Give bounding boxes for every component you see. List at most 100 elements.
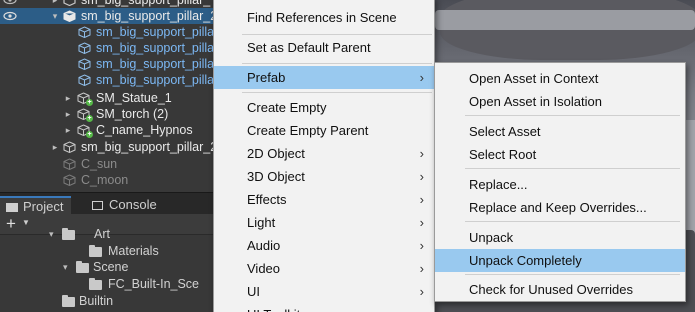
submenu-arrow-icon: › [419, 192, 424, 207]
tab-label: Project [23, 199, 64, 214]
collapse-arrow-icon[interactable]: ▸ [50, 0, 60, 8]
menu-item-label: Open Asset in Isolation [469, 94, 602, 109]
eye-icon[interactable] [3, 0, 17, 6]
menu-item-label: Open Asset in Context [469, 71, 599, 86]
project-panel: Project Console + ▼ ▾ Art Materials ▾ Sc… [0, 192, 240, 312]
expand-arrow-icon[interactable]: ▾ [50, 8, 60, 24]
menu-item-select-root[interactable]: Select Root [435, 143, 685, 166]
hierarchy-row-label: SM_Statue_1 [96, 91, 172, 105]
submenu-arrow-icon: › [419, 146, 424, 161]
menu-item-label: Replace... [469, 177, 528, 192]
tree-item-label: Materials [108, 244, 159, 258]
prefab-cube-icon [78, 26, 91, 38]
menu-separator [465, 115, 680, 116]
folder-icon [89, 245, 102, 257]
menu-item-label: Audio [247, 238, 281, 253]
collapse-arrow-icon[interactable]: ▸ [63, 90, 73, 106]
menu-item-2d-object[interactable]: 2D Object › [214, 142, 434, 165]
hierarchy-row-label: sm_big_support_pillar [96, 57, 219, 71]
menu-item-light[interactable]: Light › [214, 211, 434, 234]
tree-item-label: FC_Built-In_Sce [108, 277, 200, 291]
menu-item-label: Replace and Keep Overrides... [469, 200, 647, 215]
tab-project[interactable]: Project [0, 196, 72, 215]
collapse-arrow-icon[interactable]: ▸ [63, 106, 73, 122]
menu-separator [465, 168, 680, 169]
menu-item-unpack-completely[interactable]: Unpack Completely [435, 249, 685, 272]
menu-item-audio[interactable]: Audio › [214, 234, 434, 257]
menu-item-label: Video [247, 261, 281, 276]
console-icon [92, 201, 103, 210]
collapse-arrow-icon[interactable]: ▸ [63, 122, 73, 138]
menu-item-check-unused-overrides[interactable]: Check for Unused Overrides [435, 278, 685, 301]
hierarchy-row[interactable]: sm_big_support_pillar [0, 40, 240, 56]
expand-arrow-icon[interactable]: ▾ [63, 259, 68, 276]
menu-item-ui[interactable]: UI › [214, 280, 434, 303]
hierarchy-row[interactable]: ▸ + SM_torch (2) [0, 106, 240, 122]
hierarchy-row-label: sm_big_support_pillar [96, 25, 219, 39]
menu-item-open-asset-in-isolation[interactable]: Open Asset in Isolation [435, 90, 685, 113]
menu-separator [242, 34, 432, 35]
menu-item-prefab[interactable]: Prefab › [214, 66, 434, 89]
menu-item-replace[interactable]: Replace... [435, 173, 685, 196]
menu-separator [242, 63, 432, 64]
menu-item-label: Select Root [469, 147, 537, 162]
menu-item-find-references[interactable]: Find References in Scene [214, 6, 434, 29]
prefab-cube-icon [78, 58, 91, 70]
hierarchy-row[interactable]: ▸ + SM_Statue_1 [0, 90, 240, 106]
hierarchy-row[interactable]: C_sun [0, 156, 240, 172]
hierarchy-row-label: sm_big_support_pillar_2 [81, 9, 218, 23]
scene-ledge [435, 10, 695, 30]
hierarchy-row-label: sm_big_support_pillar_ [81, 0, 211, 7]
hierarchy-panel: ▸ sm_big_support_pillar_ ▾ sm_big_suppor… [0, 0, 240, 192]
menu-item-replace-keep-overrides[interactable]: Replace and Keep Overrides... [435, 196, 685, 219]
hierarchy-row[interactable]: ▸ sm_big_support_pillar_ [0, 0, 240, 8]
menu-item-label: 2D Object [247, 146, 305, 161]
hierarchy-row-label: sm_big_support_pillar [96, 41, 219, 55]
submenu-arrow-icon: › [419, 215, 424, 230]
folder-icon [89, 278, 102, 290]
menu-item-label: UI [247, 284, 260, 299]
hierarchy-row-label: C_sun [81, 157, 118, 171]
add-button[interactable]: + [6, 214, 16, 234]
hierarchy-row[interactable]: C_moon [0, 172, 240, 188]
menu-item-set-default-parent[interactable]: Set as Default Parent [214, 36, 434, 59]
tree-item-label: Builtin [79, 294, 114, 308]
submenu-arrow-icon: › [419, 238, 424, 253]
menu-item-ui-toolkit[interactable]: UI Toolkit › [214, 303, 434, 312]
expand-arrow-icon[interactable]: ▾ [49, 226, 54, 243]
submenu-arrow-icon: › [419, 70, 424, 85]
added-object-badge-icon: + [86, 115, 93, 122]
hierarchy-row-label: sm_big_support_pillar_2 [81, 140, 218, 154]
added-object-badge-icon: + [86, 131, 93, 138]
hierarchy-row[interactable]: ▸ + C_name_Hypnos [0, 122, 240, 138]
collapse-arrow-icon[interactable]: ▸ [50, 139, 60, 155]
scene-arch [440, 0, 695, 60]
panel-tab-bar: Project Console [0, 192, 240, 215]
menu-item-label: Create Empty Parent [247, 123, 369, 138]
menu-item-create-empty-parent[interactable]: Create Empty Parent [214, 119, 434, 142]
menu-item-label: Create Empty [247, 100, 327, 115]
tab-console[interactable]: Console [92, 196, 157, 215]
folder-icon [6, 203, 18, 212]
folder-icon [62, 295, 75, 307]
added-object-badge-icon: + [86, 99, 93, 106]
cube-icon [63, 141, 76, 153]
menu-item-effects[interactable]: Effects › [214, 188, 434, 211]
hierarchy-row[interactable]: ▸ sm_big_support_pillar_2 [0, 139, 240, 155]
eye-icon[interactable] [3, 10, 17, 22]
dropdown-arrow-icon[interactable]: ▼ [22, 218, 30, 227]
hierarchy-row-selected[interactable]: ▾ sm_big_support_pillar_2 [0, 8, 240, 24]
menu-item-open-asset-in-context[interactable]: Open Asset in Context [435, 67, 685, 90]
hierarchy-row-label: C_name_Hypnos [96, 123, 193, 137]
hierarchy-row[interactable]: sm_big_support_pillar [0, 56, 240, 72]
menu-item-select-asset[interactable]: Select Asset [435, 120, 685, 143]
menu-item-create-empty[interactable]: Create Empty [214, 96, 434, 119]
menu-item-video[interactable]: Video › [214, 257, 434, 280]
tab-label: Console [109, 197, 157, 212]
menu-item-label: Prefab [247, 70, 286, 85]
submenu-arrow-icon: › [419, 261, 424, 276]
menu-item-3d-object[interactable]: 3D Object › [214, 165, 434, 188]
hierarchy-row[interactable]: sm_big_support_pillar [0, 72, 240, 88]
hierarchy-row[interactable]: sm_big_support_pillar [0, 24, 240, 40]
menu-item-unpack[interactable]: Unpack [435, 226, 685, 249]
